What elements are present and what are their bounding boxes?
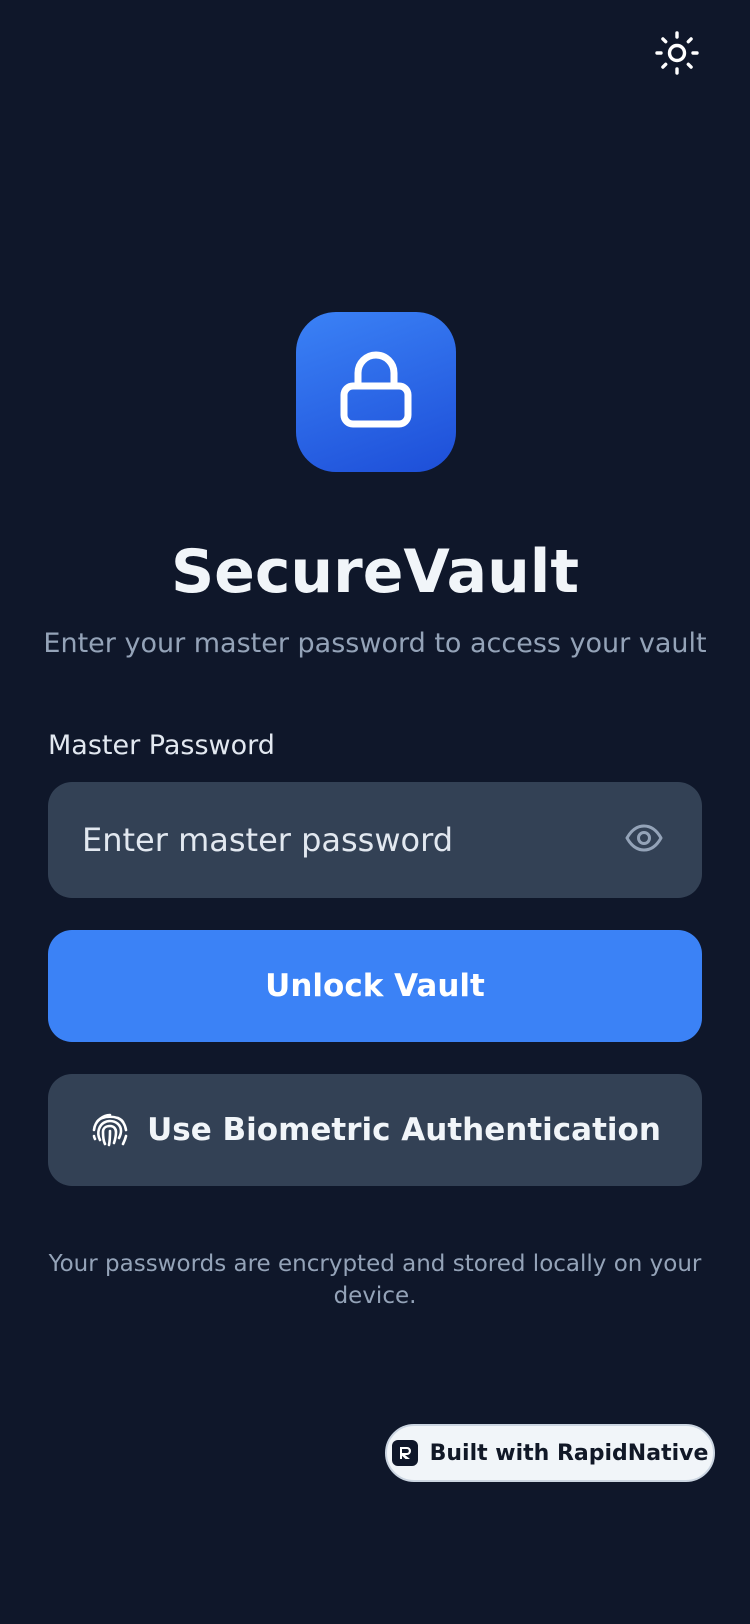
biometric-auth-button[interactable]: Use Biometric Authentication (48, 1074, 702, 1186)
rapidnative-badge[interactable]: Built with RapidNative (385, 1424, 715, 1482)
theme-toggle-button[interactable] (652, 30, 702, 80)
app-logo (296, 312, 456, 472)
rapidnative-logo-icon (391, 1440, 418, 1466)
password-field (48, 782, 702, 898)
password-input[interactable] (48, 782, 614, 898)
unlock-vault-button[interactable]: Unlock Vault (48, 930, 702, 1042)
unlock-vault-label: Unlock Vault (265, 968, 485, 1004)
toggle-password-visibility-button[interactable] (614, 810, 674, 870)
sun-icon (654, 30, 700, 80)
lock-icon (338, 350, 414, 434)
eye-icon (625, 824, 663, 856)
security-note: Your passwords are encrypted and stored … (48, 1251, 702, 1309)
biometric-auth-label: Use Biometric Authentication (147, 1112, 661, 1148)
password-label: Master Password (48, 730, 275, 761)
badge-label: Built with RapidNative (429, 1440, 709, 1466)
app-title: SecureVault (170, 537, 580, 607)
app-subtitle: Enter your master password to access you… (43, 628, 707, 659)
fingerprint-icon (89, 1109, 131, 1151)
